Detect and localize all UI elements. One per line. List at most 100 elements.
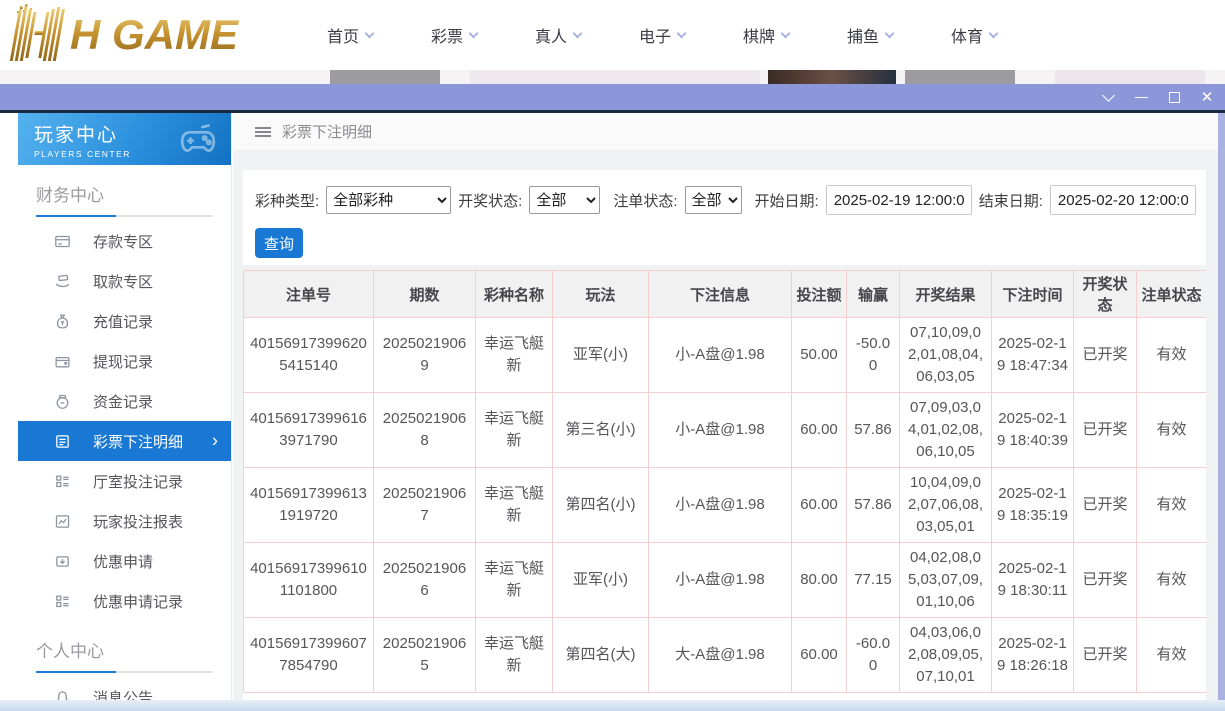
sidebar-item-withdrawal-records[interactable]: 提现记录 › (18, 341, 231, 381)
logo-text: H GAME (70, 11, 240, 58)
nav-item-slots[interactable]: 电子 (610, 23, 714, 47)
column-header: 下注信息 (649, 271, 792, 318)
cell-bet-info: 小-A盘@1.98 (649, 468, 792, 543)
sidebar-item-hall-bet-records[interactable]: 厅室投注记录 › (18, 461, 231, 501)
bets-table-card: 注单号期数彩种名称玩法下注信息投注额输赢开奖结果下注时间开奖状态注单状态 401… (243, 270, 1206, 700)
backdrop-fragment (768, 70, 896, 84)
cell-win-loss: -50.00 (847, 318, 900, 393)
cell-win-loss: 77.15 (847, 543, 900, 618)
sidebar-header: 玩家中心 PLAYERS CENTER (18, 113, 231, 165)
backdrop-fragment (905, 70, 1015, 84)
window-controls: ✕ (1098, 84, 1217, 110)
hamburger-icon[interactable] (255, 127, 271, 137)
order-status-select[interactable]: 全部 (685, 186, 742, 214)
cell-period: 20250219069 (374, 318, 476, 393)
page-header: 彩票下注明细 (233, 113, 1218, 151)
column-header: 彩种名称 (476, 271, 553, 318)
cell-play-type: 第三名(小) (553, 393, 649, 468)
sidebar: 玩家中心 PLAYERS CENTER 财务中心 存款专区 › (18, 113, 232, 700)
site-header: H GAME 首页 彩票 真人 (0, 0, 1225, 70)
nav-item-label: 彩票 (431, 23, 463, 47)
query-button[interactable]: 查询 (255, 228, 303, 258)
cell-order-status: 有效 (1137, 468, 1207, 543)
sidebar-item-lottery-bet-details[interactable]: 彩票下注明细 › (18, 421, 231, 461)
nav-item-lottery[interactable]: 彩票 (402, 23, 506, 47)
draw-status-label: 开奖状态: (458, 190, 522, 211)
cell-order-status: 有效 (1137, 618, 1207, 693)
cell-draw-result: 04,03,06,02,08,09,05,07,10,01 (900, 618, 992, 693)
chevron-down-icon (781, 28, 791, 38)
column-header: 注单状态 (1137, 271, 1207, 318)
nav-item-label: 体育 (951, 23, 983, 47)
sidebar-item-player-bet-report[interactable]: 玩家投注报表 › (18, 501, 231, 541)
section-divider (36, 671, 213, 673)
end-date-input[interactable] (1050, 185, 1196, 215)
cell-bet-amount: 80.00 (792, 543, 847, 618)
nav-item-home[interactable]: 首页 (298, 23, 402, 47)
window-titlebar[interactable]: ✕ (0, 84, 1225, 110)
backdrop-fragment (1055, 70, 1205, 84)
cell-bet-info: 小-A盘@1.98 (649, 318, 792, 393)
column-header: 输赢 (847, 271, 900, 318)
cell-bet-id: 401569173996101101800 (244, 543, 374, 618)
chevron-down-icon (365, 28, 375, 38)
table-row: 401569173996163971790 20250219068 幸运飞艇新 … (244, 393, 1207, 468)
window-bottom-border (0, 700, 1225, 711)
logo-graphic: H GAME (6, 3, 268, 63)
minimize-icon (1135, 97, 1148, 98)
window-minimize-button[interactable] (1131, 88, 1151, 106)
nav-item-cards[interactable]: 棋牌 (714, 23, 818, 47)
cell-draw-result: 07,09,03,04,01,02,08,06,10,05 (900, 393, 992, 468)
start-date-label: 开始日期: (755, 190, 819, 211)
site-logo[interactable]: H GAME (6, 3, 268, 68)
sidebar-item-promo-apply-records[interactable]: 优惠申请记录 › (18, 581, 231, 621)
sidebar-item-promo-apply[interactable]: 优惠申请 › (18, 541, 231, 581)
sidebar-item-icon (54, 313, 71, 330)
cell-bet-id: 401569173996077854790 (244, 618, 374, 693)
window-collapse-button[interactable] (1098, 88, 1118, 106)
table-row: 401569173996131919720 20250219067 幸运飞艇新 … (244, 468, 1207, 543)
nav-item-sports[interactable]: 体育 (922, 23, 1026, 47)
sidebar-item-withdraw[interactable]: 取款专区 › (18, 261, 231, 301)
window-body: 玩家中心 PLAYERS CENTER 财务中心 存款专区 › (0, 113, 1225, 700)
cell-play-type: 亚军(小) (553, 543, 649, 618)
nav-item-label: 棋牌 (743, 23, 775, 47)
nav-item-live[interactable]: 真人 (506, 23, 610, 47)
cell-play-type: 第四名(大) (553, 618, 649, 693)
cell-win-loss: 57.86 (847, 468, 900, 543)
start-date-input[interactable] (826, 185, 972, 215)
chevron-right-icon: › (212, 431, 218, 449)
nav-item-label: 真人 (535, 23, 567, 47)
draw-status-select[interactable]: 全部 (529, 186, 600, 214)
column-header: 下注时间 (992, 271, 1074, 318)
window-maximize-button[interactable] (1164, 88, 1184, 106)
cell-order-status: 有效 (1137, 393, 1207, 468)
sidebar-item-label: 取款专区 (93, 271, 153, 292)
table-row: 401569173996077854790 20250219065 幸运飞艇新 … (244, 618, 1207, 693)
cell-bet-info: 大-A盘@1.98 (649, 618, 792, 693)
sidebar-section-title-personal: 个人中心 (36, 637, 213, 662)
sidebar-item-label: 玩家投注报表 (93, 511, 183, 532)
page: H GAME 首页 彩票 真人 (0, 0, 1225, 711)
sidebar-item-icon (54, 473, 71, 490)
backdrop-fragment (330, 70, 440, 84)
lottery-type-select[interactable]: 全部彩种 (326, 186, 451, 214)
sidebar-item-recharge-records[interactable]: 充值记录 › (18, 301, 231, 341)
sidebar-item-icon (54, 273, 71, 290)
cell-play-type: 第四名(小) (553, 468, 649, 543)
order-status-label: 注单状态: (613, 190, 677, 211)
background-page-strip (0, 70, 1225, 84)
sidebar-item-fund-records[interactable]: 资金记录 › (18, 381, 231, 421)
sidebar-item-deposit[interactable]: 存款专区 › (18, 221, 231, 261)
sidebar-item-label: 彩票下注明细 (93, 431, 183, 452)
cell-win-loss: 57.86 (847, 393, 900, 468)
end-date-label: 结束日期: (979, 190, 1043, 211)
cell-lottery-name: 幸运飞艇新 (476, 618, 553, 693)
chevron-down-icon (677, 28, 687, 38)
sidebar-item-announcements[interactable]: 消息公告 › (18, 677, 231, 700)
sidebar-item-label: 厅室投注记录 (93, 471, 183, 492)
column-header: 投注额 (792, 271, 847, 318)
nav-item-fishing[interactable]: 捕鱼 (818, 23, 922, 47)
cell-bet-amount: 60.00 (792, 468, 847, 543)
window-close-button[interactable]: ✕ (1197, 88, 1217, 106)
